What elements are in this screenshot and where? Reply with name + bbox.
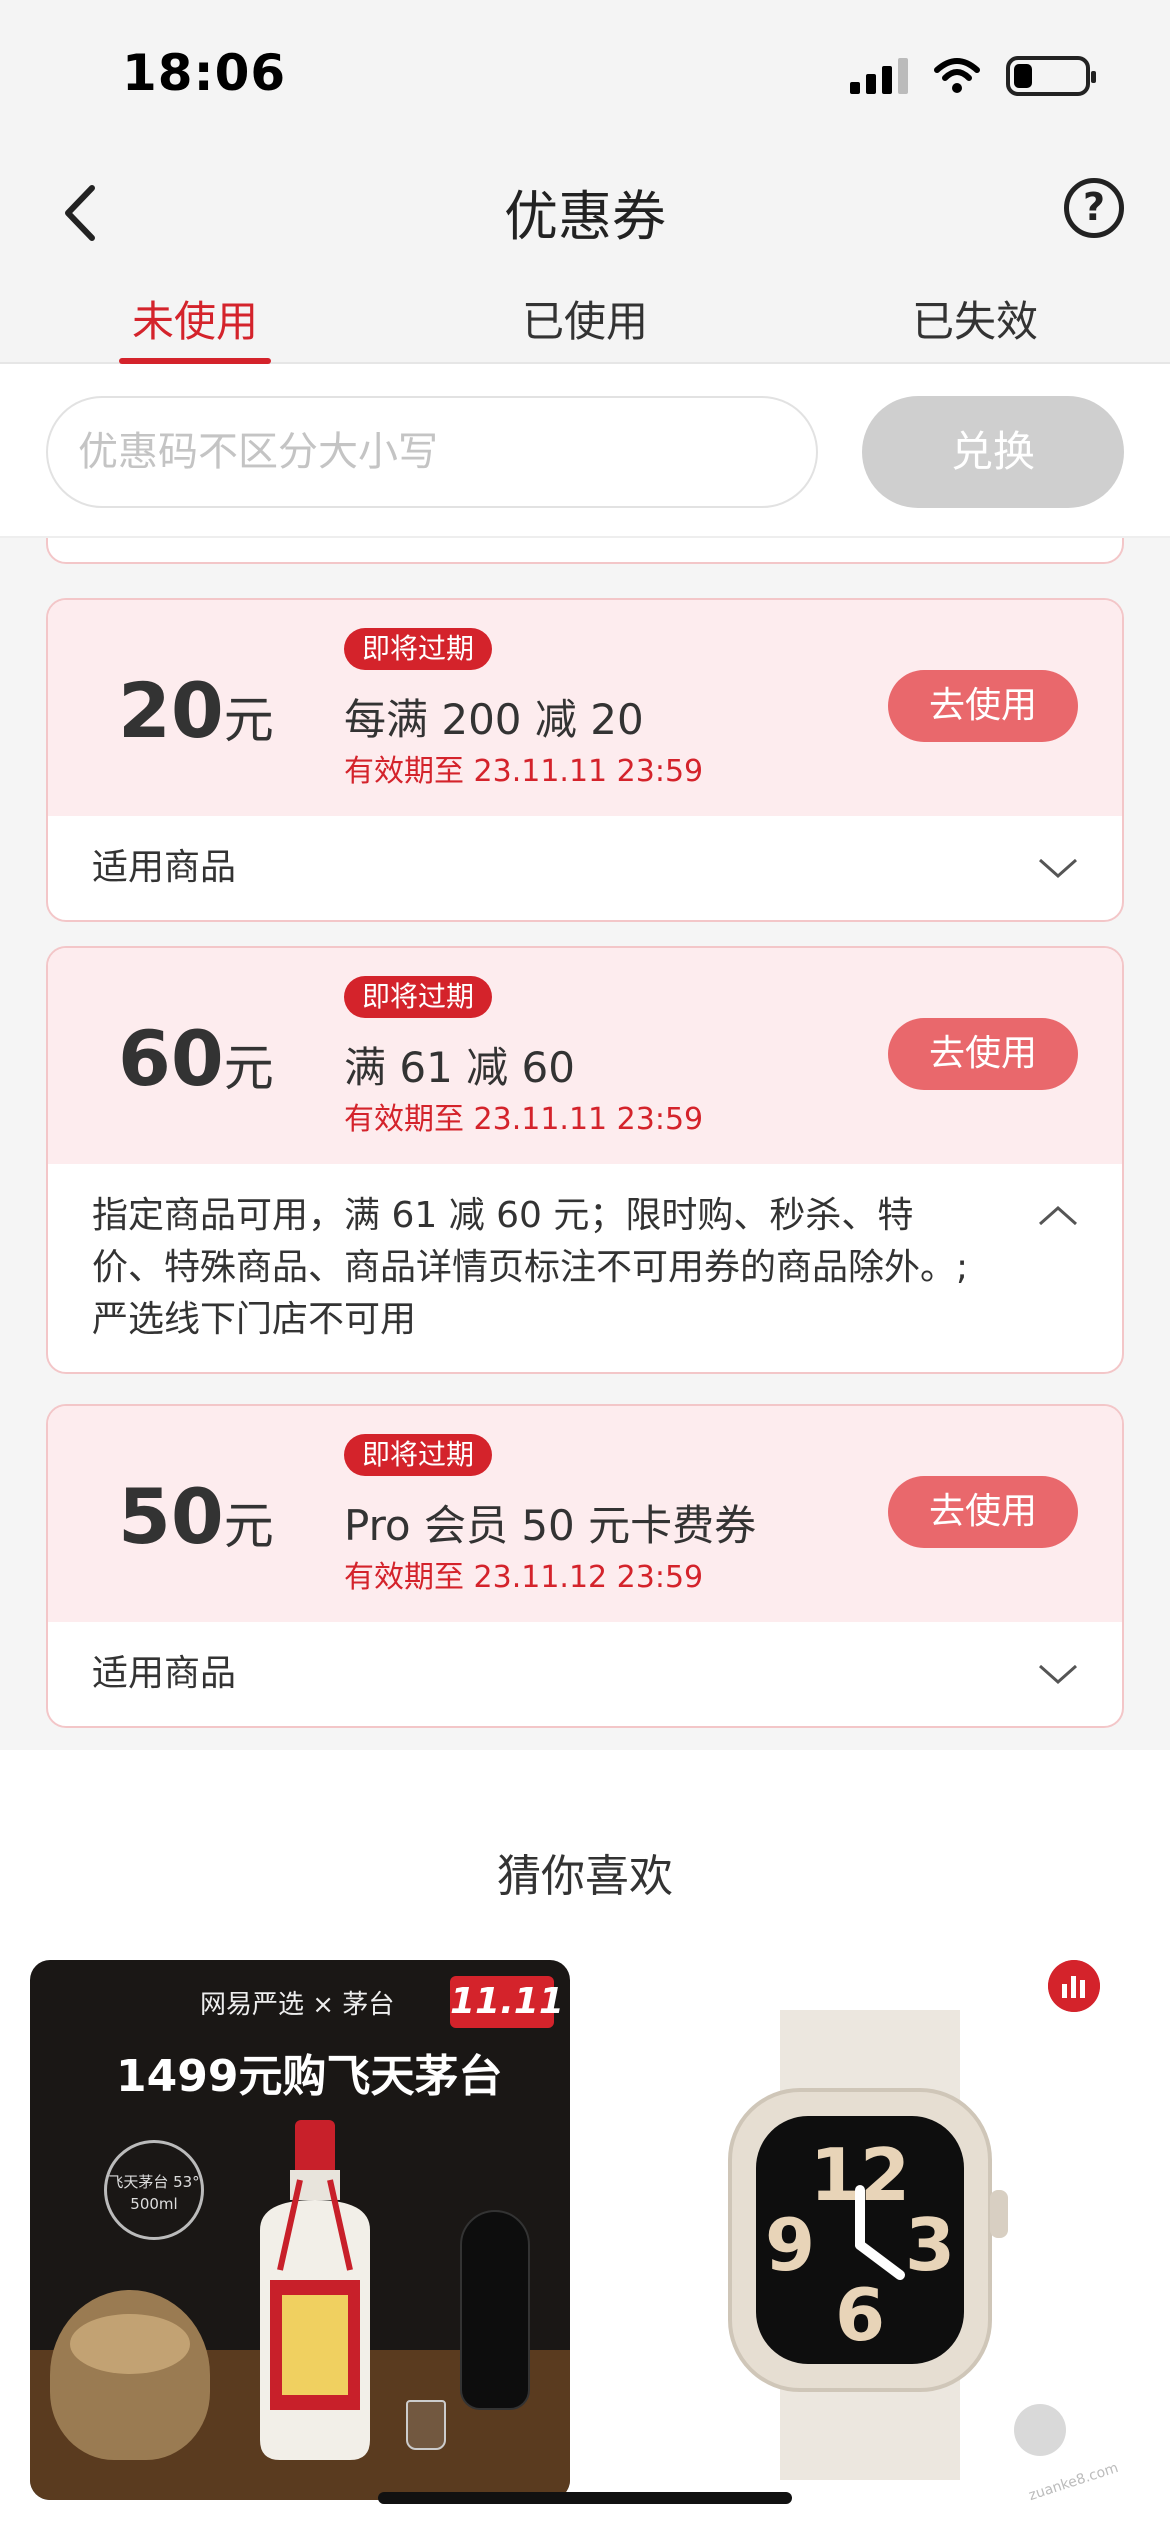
coupon-amount: 20元 [118,666,274,755]
product-card-moutai[interactable]: 网易严选 × 茅台 11.11 1499元购飞天茅台 飞天茅台 53° 500m… [30,1960,570,2500]
coupon-amount-unit: 元 [223,691,274,749]
recommend-section: 猜你喜欢 网易严选 × 茅台 11.11 1499元购飞天茅台 飞天茅台 53°… [0,1780,1170,2532]
expiring-badge: 即将过期 [344,976,493,1018]
battery-icon [1006,56,1096,96]
svg-text:9: 9 [765,2203,815,2287]
coupon-amount-unit: 元 [223,1039,274,1097]
coupon-expiry: 有效期至 23.11.11 23:59 [344,1102,704,1137]
chevron-down-icon [1039,858,1077,879]
product-brand: 网易严选 × 茅台 [200,1990,395,2020]
status-time: 18:06 [122,44,287,102]
grain-sack-image [50,2290,210,2460]
redeem-row: 兑换 [0,366,1170,538]
glass-image [406,2400,446,2450]
recommend-title: 猜你喜欢 [497,1851,673,1902]
coupon-amount-unit: 元 [223,1497,274,1555]
coupon-condition: 满 61 减 60 [344,1043,575,1092]
coupon-amount-value: 20 [118,666,224,755]
smartwatch-image: 12 9 3 6 [728,2010,1066,2480]
nav-bar: 优惠券 ? [0,150,1170,280]
status-icons [850,56,1096,96]
coupon-card: 20元 即将过期 每满 200 减 20 有效期至 23.11.11 23:59… [46,598,1124,922]
coupon-header: 50元 即将过期 Pro 会员 50 元卡费券 有效期至 23.11.12 23… [48,1406,1122,1622]
status-bar: 18:06 [0,0,1170,150]
promo-badge: 11.11 [450,1976,564,2028]
help-icon[interactable]: ? [1064,178,1124,238]
redeem-button[interactable]: 兑换 [862,396,1124,508]
coupon-rules-expanded[interactable]: 指定商品可用，满 61 减 60 元；限时购、秒杀、特价、特殊商品、商品详情页标… [48,1164,1122,1372]
coupon-card: 60元 即将过期 满 61 减 60 有效期至 23.11.11 23:59 去… [46,946,1124,1374]
expiring-badge: 即将过期 [344,628,493,670]
coupon-amount-value: 60 [118,1014,224,1103]
coupon-rules-text: 指定商品可用，满 61 减 60 元；限时购、秒杀、特价、特殊商品、商品详情页标… [92,1195,969,1340]
product-seal: 飞天茅台 53° 500ml [104,2140,204,2240]
coupon-card: 50元 即将过期 Pro 会员 50 元卡费券 有效期至 23.11.12 23… [46,1404,1124,1728]
wifi-icon [934,58,980,93]
coupon-code-input[interactable] [46,396,818,508]
use-coupon-button[interactable]: 去使用 [888,1018,1078,1090]
coupon-condition: 每满 200 减 20 [344,695,644,744]
coupon-amount: 50元 [118,1472,274,1561]
vase-image [460,2210,530,2410]
applicable-products-label: 适用商品 [92,847,237,888]
applicable-products-toggle[interactable]: 适用商品 [48,816,1122,920]
svg-text:6: 6 [835,2273,885,2357]
expiring-badge: 即将过期 [344,1434,493,1476]
home-indicator [378,2492,792,2504]
coupon-tabs: 未使用 已使用 已失效 [0,280,1170,364]
product-card-watch[interactable]: 12 9 3 6 zuanke8.com [600,1960,1140,2504]
coupon-expiry: 有效期至 23.11.11 23:59 [344,754,704,789]
tab-expired[interactable]: 已失效 [780,280,1170,362]
applicable-products-toggle[interactable]: 适用商品 [48,1622,1122,1726]
coupon-list[interactable]: 20元 即将过期 每满 200 减 20 有效期至 23.11.11 23:59… [0,538,1170,1750]
applicable-products-label: 适用商品 [92,1653,237,1694]
coupon-amount-value: 50 [118,1472,224,1561]
coupon-card-partial [46,538,1124,564]
tab-used[interactable]: 已使用 [390,280,780,362]
cellular-signal-icon [850,58,908,94]
coupon-expiry: 有效期至 23.11.12 23:59 [344,1560,704,1595]
liquor-bottle-image [260,2120,370,2460]
coupon-header: 20元 即将过期 每满 200 减 20 有效期至 23.11.11 23:59… [48,600,1122,816]
tab-unused[interactable]: 未使用 [0,280,390,364]
coupon-amount: 60元 [118,1014,274,1103]
svg-text:3: 3 [905,2203,955,2287]
product-headline: 1499元购飞天茅台 [116,2051,503,2102]
use-coupon-button[interactable]: 去使用 [888,670,1078,742]
chevron-up-icon [1039,1205,1077,1226]
coupon-condition: Pro 会员 50 元卡费券 [344,1501,757,1550]
use-coupon-button[interactable]: 去使用 [888,1476,1078,1548]
coupon-header: 60元 即将过期 满 61 减 60 有效期至 23.11.11 23:59 去… [48,948,1122,1164]
chevron-down-icon [1039,1664,1077,1685]
page-title: 优惠券 [504,185,666,248]
